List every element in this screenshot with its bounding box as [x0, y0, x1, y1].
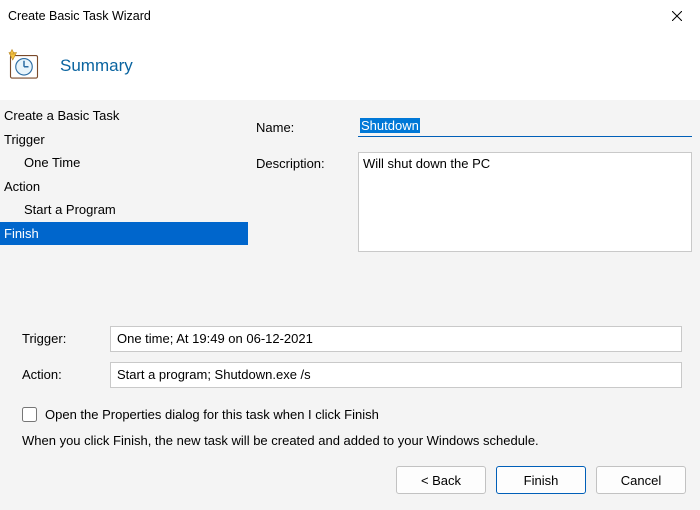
- wizard-header: Summary: [0, 32, 700, 100]
- task-wizard-icon: [6, 48, 42, 84]
- close-icon: [672, 11, 682, 21]
- finish-button[interactable]: Finish: [496, 466, 586, 494]
- close-button[interactable]: [654, 0, 700, 32]
- trigger-value[interactable]: One time; At 19:49 on 06-12-2021: [110, 326, 682, 352]
- titlebar: Create Basic Task Wizard: [0, 0, 700, 32]
- wizard-buttons: < Back Finish Cancel: [0, 452, 700, 510]
- wizard-steps-nav: Create a Basic TaskTriggerOne TimeAction…: [0, 100, 248, 312]
- wizard-body: Create a Basic TaskTriggerOne TimeAction…: [0, 100, 700, 510]
- back-button[interactable]: < Back: [396, 466, 486, 494]
- wizard-step[interactable]: Action: [0, 175, 248, 199]
- name-label: Name:: [256, 116, 352, 135]
- window-title: Create Basic Task Wizard: [8, 9, 151, 23]
- cancel-button[interactable]: Cancel: [596, 466, 686, 494]
- open-properties-option[interactable]: Open the Properties dialog for this task…: [22, 406, 682, 424]
- name-field[interactable]: Shutdown: [358, 116, 692, 142]
- wizard-window: Create Basic Task Wizard Summary Create …: [0, 0, 700, 510]
- action-label: Action:: [22, 367, 110, 382]
- wizard-step[interactable]: Trigger: [0, 128, 248, 152]
- wizard-step[interactable]: One Time: [0, 151, 248, 175]
- trigger-label: Trigger:: [22, 331, 110, 346]
- page-title: Summary: [60, 56, 133, 76]
- open-properties-label: Open the Properties dialog for this task…: [45, 406, 379, 424]
- summary-form: Name: Shutdown Description:: [248, 100, 700, 312]
- finish-hint-text: When you click Finish, the new task will…: [22, 432, 682, 450]
- action-value[interactable]: Start a program; Shutdown.exe /s: [110, 362, 682, 388]
- description-field[interactable]: [358, 152, 692, 252]
- options-area: Open the Properties dialog for this task…: [0, 398, 700, 452]
- name-value-selected: Shutdown: [360, 118, 420, 133]
- open-properties-checkbox[interactable]: [22, 407, 37, 422]
- wizard-step[interactable]: Start a Program: [0, 198, 248, 222]
- wizard-step[interactable]: Finish: [0, 222, 248, 246]
- summary-readout: Trigger: One time; At 19:49 on 06-12-202…: [0, 312, 700, 398]
- wizard-step[interactable]: Create a Basic Task: [0, 104, 248, 128]
- description-label: Description:: [256, 152, 352, 171]
